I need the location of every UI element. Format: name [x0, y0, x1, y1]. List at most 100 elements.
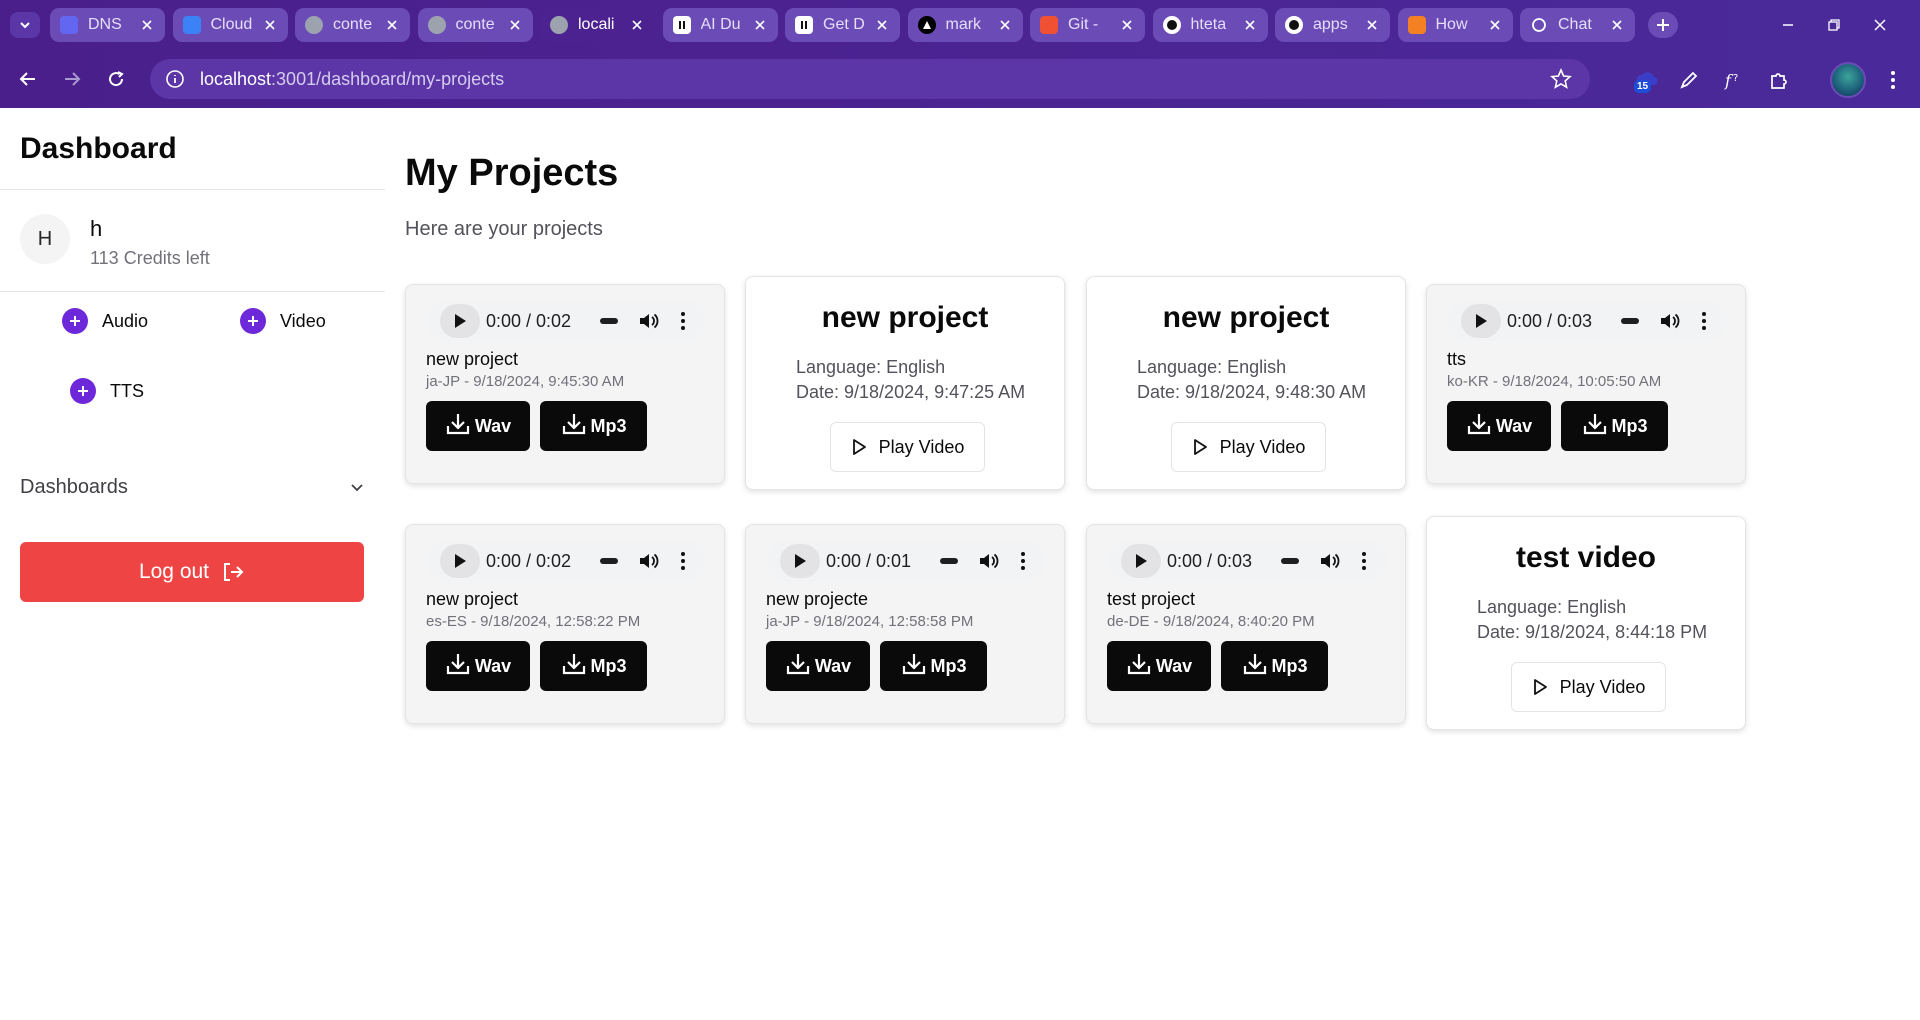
- audio-project-card: 0:00 / 0:03 tts ko-KR - 9/18/2024, 10:05:5…: [1426, 284, 1746, 484]
- audio-progress-slider[interactable]: [940, 558, 958, 564]
- more-options-icon[interactable]: [680, 311, 686, 331]
- plus-circle-icon: [70, 378, 96, 404]
- audio-progress-slider[interactable]: [1621, 318, 1639, 324]
- close-tab-icon[interactable]: [997, 17, 1013, 33]
- video-project-card: test video Language: English Date: 9/18/20…: [1426, 516, 1746, 730]
- browser-menu-icon[interactable]: [1880, 67, 1906, 93]
- play-button[interactable]: [1461, 304, 1501, 338]
- wav-label: Wav: [474, 415, 512, 436]
- new-tab-button[interactable]: [1648, 12, 1678, 38]
- tab-title: conte: [455, 16, 495, 33]
- volume-icon[interactable]: [1319, 551, 1341, 571]
- extensions-puzzle-icon[interactable]: [1766, 67, 1792, 93]
- browser-tab[interactable]: Chat: [1520, 8, 1635, 42]
- create-audio-button[interactable]: Audio: [62, 308, 148, 334]
- more-options-icon[interactable]: [1361, 551, 1367, 571]
- close-tab-icon[interactable]: [1364, 17, 1380, 33]
- minimize-button[interactable]: [1774, 12, 1802, 38]
- extension-function-icon[interactable]: f?: [1720, 67, 1746, 93]
- download-mp3-button[interactable]: Mp3: [1221, 641, 1328, 691]
- volume-icon[interactable]: [978, 551, 1000, 571]
- more-options-icon[interactable]: [1701, 311, 1707, 331]
- download-icon: [445, 411, 471, 442]
- volume-icon[interactable]: [638, 551, 660, 571]
- browser-tab[interactable]: conte: [417, 8, 533, 42]
- browser-tab[interactable]: locali: [540, 8, 655, 42]
- bookmark-star-icon[interactable]: [1550, 67, 1572, 90]
- close-tab-icon[interactable]: [1487, 17, 1503, 33]
- download-mp3-button[interactable]: Mp3: [880, 641, 987, 691]
- browser-tab[interactable]: hteta: [1152, 8, 1268, 42]
- site-info-icon[interactable]: [164, 68, 186, 90]
- create-video-button[interactable]: Video: [240, 308, 326, 334]
- download-wav-button[interactable]: Wav: [1447, 401, 1551, 451]
- tab-title: locali: [578, 16, 615, 33]
- download-wav-button[interactable]: Wav: [426, 641, 530, 691]
- restore-button[interactable]: [1820, 12, 1848, 38]
- download-wav-button[interactable]: Wav: [426, 401, 530, 451]
- close-tab-icon[interactable]: [1609, 17, 1625, 33]
- browser-tab[interactable]: Git -: [1030, 8, 1145, 42]
- audio-project-card: 0:00 / 0:01 new projecte ja-JP - 9/18/2024…: [745, 524, 1065, 724]
- forward-button[interactable]: [58, 65, 86, 93]
- play-video-button[interactable]: Play Video: [1511, 662, 1666, 712]
- download-mp3-button[interactable]: Mp3: [540, 401, 647, 451]
- play-button[interactable]: [440, 544, 480, 578]
- play-button[interactable]: [780, 544, 820, 578]
- mp3-label: Mp3: [590, 415, 627, 436]
- more-options-icon[interactable]: [1020, 551, 1026, 571]
- download-mp3-button[interactable]: Mp3: [1561, 401, 1668, 451]
- close-window-button[interactable]: [1866, 12, 1894, 38]
- audio-time: 0:00 / 0:01: [826, 550, 912, 571]
- volume-icon[interactable]: [1659, 311, 1681, 331]
- plus-circle-icon: [62, 308, 88, 334]
- browser-tab[interactable]: apps: [1275, 8, 1390, 42]
- back-button[interactable]: [14, 65, 42, 93]
- browser-tab[interactable]: Cloud: [172, 8, 288, 42]
- browser-tab[interactable]: AI Du: [662, 8, 778, 42]
- sidebar-title: Dashboard: [20, 132, 177, 165]
- close-tab-icon[interactable]: [507, 17, 523, 33]
- download-wav-button[interactable]: Wav: [766, 641, 870, 691]
- audio-progress-slider[interactable]: [1281, 558, 1299, 564]
- more-options-icon[interactable]: [680, 551, 686, 571]
- logout-button[interactable]: Log out: [20, 542, 364, 602]
- download-icon: [785, 651, 811, 682]
- close-tab-icon[interactable]: [262, 17, 278, 33]
- create-tts-button[interactable]: TTS: [70, 378, 144, 404]
- browser-tab[interactable]: DNS: [50, 8, 165, 42]
- close-tab-icon[interactable]: [1242, 17, 1258, 33]
- browser-tab[interactable]: mark: [907, 8, 1023, 42]
- play-video-button[interactable]: Play Video: [830, 422, 985, 472]
- audio-progress-slider[interactable]: [600, 558, 618, 564]
- download-wav-button[interactable]: Wav: [1107, 641, 1211, 691]
- close-tab-icon[interactable]: [384, 17, 400, 33]
- audio-progress-slider[interactable]: [600, 318, 618, 324]
- play-video-button[interactable]: Play Video: [1171, 422, 1326, 472]
- dashboards-toggle[interactable]: Dashboards: [20, 472, 365, 502]
- audio-project-card: 0:00 / 0:03 test project de-DE - 9/18/2024…: [1086, 524, 1406, 724]
- project-title: test video: [1515, 541, 1657, 574]
- extension-badge: 15: [1634, 80, 1652, 93]
- volume-icon[interactable]: [638, 311, 660, 331]
- close-tab-icon[interactable]: [629, 17, 645, 33]
- extension-pen-icon[interactable]: [1676, 67, 1702, 93]
- play-icon: [455, 554, 466, 568]
- play-icon: [1533, 679, 1547, 695]
- tab-search-button[interactable]: [10, 12, 40, 38]
- address-bar[interactable]: localhost:3001/dashboard/my-projects: [150, 59, 1590, 99]
- profile-avatar[interactable]: [1830, 62, 1866, 98]
- browser-tab[interactable]: conte: [295, 8, 410, 42]
- project-language: Language: English: [1477, 597, 1627, 617]
- close-tab-icon[interactable]: [139, 17, 155, 33]
- reload-button[interactable]: [102, 65, 130, 93]
- close-tab-icon[interactable]: [874, 17, 890, 33]
- browser-tab[interactable]: How: [1397, 8, 1513, 42]
- close-tab-icon[interactable]: [752, 17, 768, 33]
- play-button[interactable]: [1121, 544, 1161, 578]
- close-tab-icon[interactable]: [1119, 17, 1135, 33]
- play-button[interactable]: [440, 304, 480, 338]
- play-video-label: Play Video: [1219, 436, 1306, 457]
- download-mp3-button[interactable]: Mp3: [540, 641, 647, 691]
- browser-tab[interactable]: Get D: [785, 8, 900, 42]
